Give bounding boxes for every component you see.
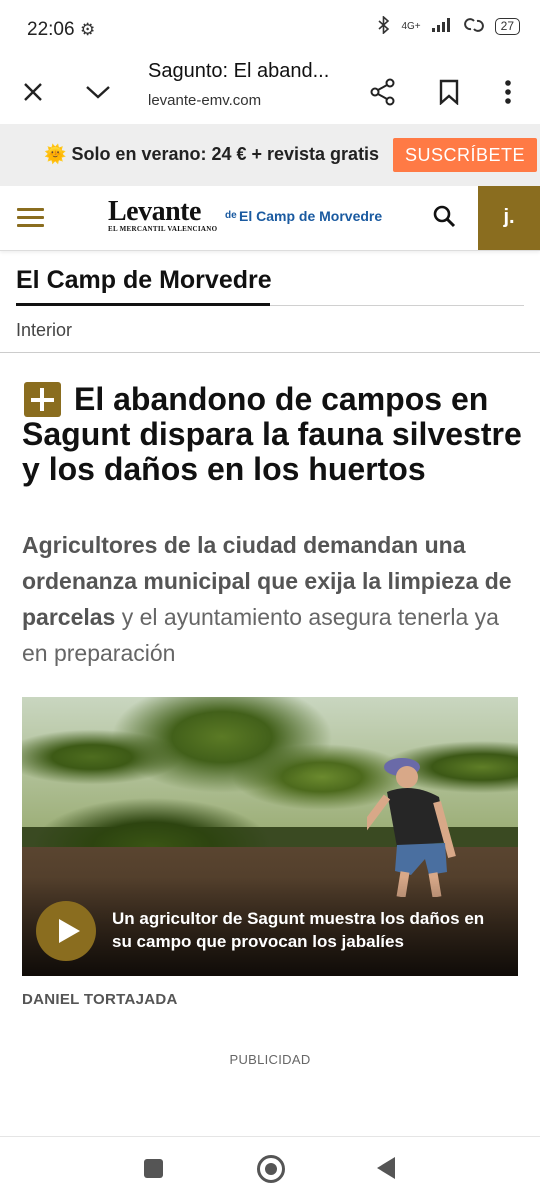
site-header: Levante EL MERCANTIL VALENCIANO de El Ca… xyxy=(0,186,540,251)
article-headline: El abandono de campos en Sagunt dispara … xyxy=(22,381,522,487)
system-icons: 4G+ 27 xyxy=(377,15,520,37)
site-logo[interactable]: Levante EL MERCANTIL VALENCIANO xyxy=(108,196,218,234)
subsection-link[interactable]: Interior xyxy=(16,320,72,341)
recent-apps-icon[interactable] xyxy=(144,1159,163,1178)
search-icon[interactable] xyxy=(432,204,458,230)
promo-banner: 🌞 Solo en verano: 24 € + revista gratis … xyxy=(0,124,540,186)
article-lead: Agricultores de la ciudad demandan una o… xyxy=(22,527,522,671)
close-icon[interactable] xyxy=(11,70,55,114)
browser-page-title[interactable]: Sagunto: El aband... xyxy=(148,60,329,83)
signal-icon xyxy=(431,17,453,36)
menu-icon[interactable] xyxy=(17,208,44,228)
status-time: 22:06 xyxy=(27,19,75,40)
share-icon[interactable] xyxy=(361,70,405,114)
battery-indicator: 27 xyxy=(494,18,520,35)
bookmark-icon[interactable] xyxy=(427,70,471,114)
network-label: 4G+ xyxy=(401,21,421,32)
play-icon[interactable] xyxy=(36,901,96,961)
logo-sub: EL MERCANTIL VALENCIANO xyxy=(108,225,218,233)
more-options-icon[interactable] xyxy=(486,70,530,114)
promo-text: Solo en verano: 24 € + revista gratis xyxy=(71,144,380,164)
link-icon xyxy=(463,17,485,36)
account-button[interactable]: j. xyxy=(478,186,540,250)
promo-text-wrapper: 🌞 Solo en verano: 24 € + revista gratis xyxy=(44,144,379,165)
status-bar: 22:06 ⚙ 4G+ 27 xyxy=(0,0,540,60)
video-caption: Un agricultor de Sagunt muestra los daño… xyxy=(112,909,485,951)
system-nav-bar xyxy=(0,1136,540,1201)
logo-section-name[interactable]: El Camp de Morvedre xyxy=(239,208,382,224)
logo-main: Levante xyxy=(108,196,201,227)
settings-gear-icon: ⚙ xyxy=(80,20,96,39)
chevron-down-icon[interactable] xyxy=(76,70,120,114)
logo-de: de xyxy=(225,210,237,221)
article-author[interactable]: DANIEL TORTAJADA xyxy=(22,991,178,1008)
browser-url[interactable]: levante-emv.com xyxy=(148,92,261,109)
subscribe-button[interactable]: SUSCRÍBETE xyxy=(393,138,537,172)
section-title-underline xyxy=(16,303,270,306)
back-icon[interactable] xyxy=(377,1157,395,1179)
subsection-divider xyxy=(0,352,540,353)
browser-toolbar: Sagunto: El aband... levante-emv.com xyxy=(0,60,540,124)
section-title[interactable]: El Camp de Morvedre xyxy=(16,266,272,295)
advertising-label: PUBLICIDAD xyxy=(229,1052,311,1067)
photo-farmer xyxy=(367,758,456,897)
article-video[interactable]: Un agricultor de Sagunt muestra los daño… xyxy=(22,697,518,976)
bluetooth-icon xyxy=(377,15,391,37)
home-icon[interactable] xyxy=(257,1155,285,1183)
sun-icon: 🌞 xyxy=(44,144,67,164)
